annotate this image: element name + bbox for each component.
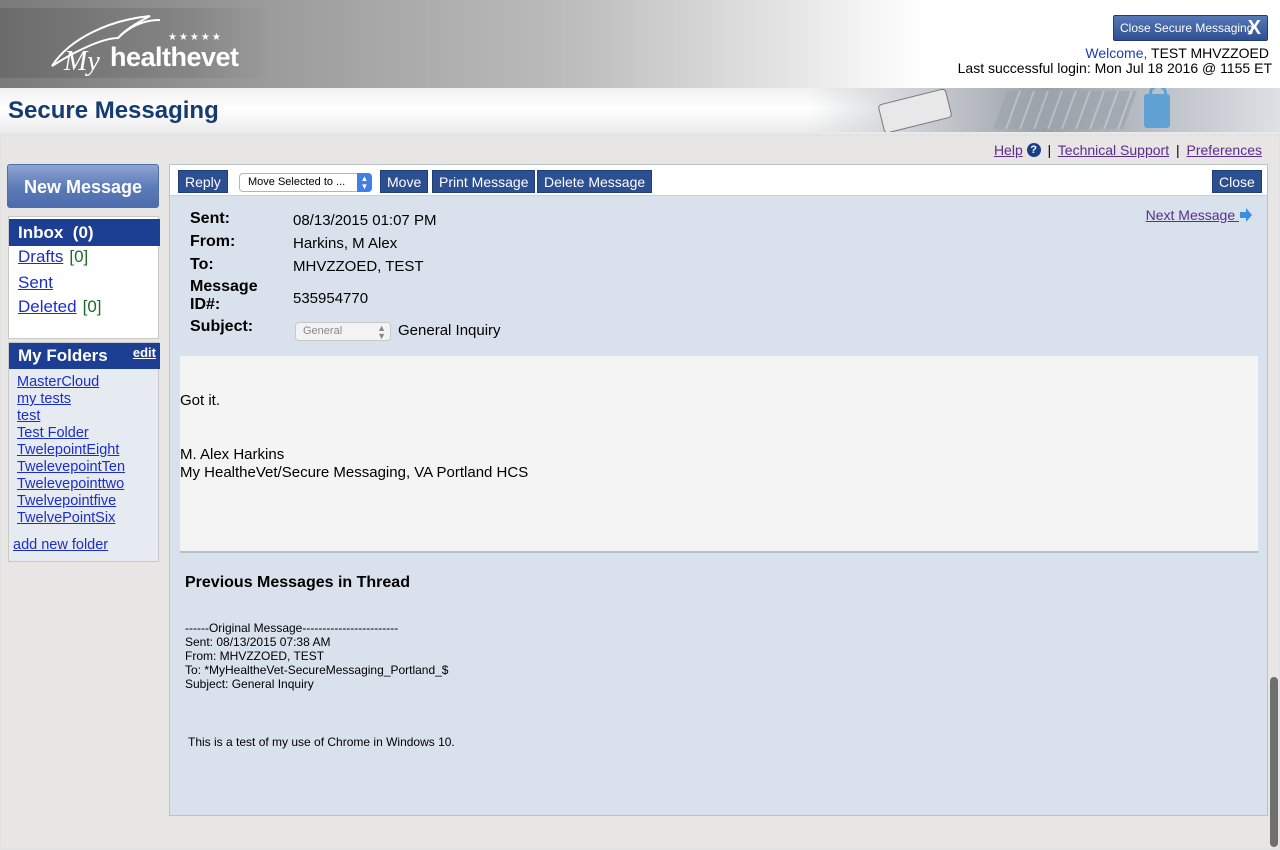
folder-link[interactable]: TwelevepointTen	[17, 459, 125, 476]
subject-label: Subject:	[190, 318, 254, 335]
sidebar-item-inbox[interactable]: Inbox (0)	[9, 219, 160, 246]
next-message-link[interactable]: Next Message	[1146, 207, 1253, 223]
select-arrows-icon: ▲ ▼	[357, 173, 372, 192]
thread-line: Subject: General Inquiry	[185, 677, 314, 691]
folder-link[interactable]: Test Folder	[17, 425, 125, 442]
sent-link[interactable]: Sent	[18, 273, 53, 292]
previous-messages-heading: Previous Messages in Thread	[185, 574, 410, 591]
folder-link[interactable]: Twelevepointtwo	[17, 476, 125, 493]
my-folders-edit-link[interactable]: edit	[133, 345, 156, 361]
message-id-label: Message ID#:	[190, 278, 258, 314]
move-button[interactable]: Move	[380, 170, 429, 193]
top-header: My healthevet ★★★★★ Close Secure Messagi…	[0, 0, 1280, 88]
sent-label: Sent:	[190, 210, 230, 227]
help-question-icon[interactable]: ?	[1026, 143, 1041, 157]
thread-line: Sent: 08/13/2015 07:38 AM	[185, 635, 331, 649]
separator: |	[1175, 142, 1180, 158]
help-link[interactable]: Help	[994, 142, 1023, 158]
close-secure-messaging-button[interactable]: Close Secure Messaging X	[1113, 15, 1268, 41]
reply-button[interactable]: Reply	[178, 170, 228, 193]
page-title: Secure Messaging	[8, 97, 219, 124]
banner-image	[810, 88, 1280, 132]
content-area: Help ? | Technical Support | Preferences…	[0, 134, 1280, 850]
preferences-link[interactable]: Preferences	[1187, 142, 1262, 158]
sent-value: 08/13/2015 01:07 PM	[293, 212, 437, 229]
folder-link[interactable]: Twelvepointfive	[17, 493, 125, 510]
lock-icon	[1144, 88, 1170, 128]
message-toolbar: Reply Move Selected to ... ▲ ▼ Move Print…	[170, 165, 1267, 196]
subject-category-value: General	[303, 325, 343, 337]
message-panel: Reply Move Selected to ... ▲ ▼ Move Print…	[169, 164, 1268, 816]
welcome-label: Welcome,	[1085, 45, 1148, 61]
my-folders-title: My Folders	[18, 346, 108, 365]
folder-link[interactable]: test	[17, 408, 125, 425]
last-login-text: Last successful login: Mon Jul 18 2016 @…	[957, 60, 1272, 76]
technical-support-link[interactable]: Technical Support	[1058, 142, 1169, 158]
connect-key-image	[877, 88, 953, 132]
body-line: Got it.	[180, 392, 221, 409]
content-inner: Help ? | Technical Support | Preferences…	[1, 136, 1279, 848]
help-links: Help ? | Technical Support | Preferences	[994, 142, 1262, 158]
thread-line: From: MHVZZOED, TEST	[185, 649, 325, 663]
to-label: To:	[190, 256, 214, 273]
thread-body: This is a test of my use of Chrome in Wi…	[188, 735, 455, 749]
subject-value: General Inquiry	[398, 322, 501, 339]
welcome-user: TEST MHVZZOED	[1151, 45, 1269, 61]
to-value: MHVZZOED, TEST	[293, 258, 424, 275]
from-label: From:	[190, 233, 236, 250]
sidebar-item-sent: Sent	[18, 273, 59, 293]
deleted-count: [0]	[82, 297, 102, 316]
my-folders-header: My Folders edit	[9, 343, 160, 369]
drafts-count: [0]	[69, 247, 89, 266]
logo-my-text: My	[64, 46, 100, 77]
drafts-link[interactable]: Drafts	[18, 247, 63, 266]
logo-stars: ★★★★★	[168, 32, 223, 43]
new-message-button[interactable]: New Message	[7, 164, 159, 208]
keyboard-image	[993, 91, 1137, 129]
delete-message-button[interactable]: Delete Message	[537, 170, 653, 193]
folder-link[interactable]: my tests	[17, 391, 125, 408]
inbox-label: Inbox	[18, 223, 64, 242]
welcome-text: Welcome, TEST MHVZZOED	[1085, 45, 1269, 61]
add-new-folder-link[interactable]: add new folder	[13, 537, 108, 553]
title-bar: Secure Messaging	[0, 88, 1280, 134]
print-message-button[interactable]: Print Message	[432, 170, 536, 193]
folder-link[interactable]: TwelvePointSix	[17, 510, 125, 527]
inbox-count: (0)	[72, 223, 94, 242]
thread-line: ------Original Message------------------…	[185, 621, 399, 635]
arrow-right-icon	[1240, 208, 1252, 222]
scrollbar[interactable]	[1270, 677, 1278, 847]
logo-brand-text: healthevet	[110, 42, 239, 72]
select-arrows-icon: ▲ ▼	[377, 323, 386, 341]
close-icon: X	[1247, 17, 1261, 39]
my-folders-panel: My Folders edit MasterCloud my tests tes…	[8, 342, 160, 562]
folder-link[interactable]: TwelepointEight	[17, 442, 125, 459]
subject-category-select: General ▲ ▼	[295, 322, 391, 341]
folder-link[interactable]: MasterCloud	[17, 374, 125, 391]
myhealthevet-logo[interactable]: My healthevet ★★★★★	[0, 8, 268, 78]
sidebar-item-deleted: Deleted [0]	[18, 297, 102, 317]
separator: |	[1047, 142, 1052, 158]
deleted-link[interactable]: Deleted	[18, 297, 77, 316]
message-id-value: 535954770	[293, 290, 369, 307]
sidebar-item-drafts: Drafts [0]	[18, 247, 88, 267]
message-id-label-line1: Message	[190, 278, 258, 295]
close-secure-messaging-label: Close Secure Messaging	[1120, 21, 1254, 35]
my-folders-list: MasterCloud my tests test Test Folder Tw…	[17, 374, 125, 527]
message-id-label-line2: ID#:	[190, 296, 221, 313]
from-value: Harkins, M Alex	[293, 235, 398, 252]
message-body: Got it. M. Alex Harkins My HealtheVet/Se…	[180, 356, 1258, 553]
move-select-value: Move Selected to ...	[248, 176, 346, 188]
body-line: My HealtheVet/Secure Messaging, VA Portl…	[180, 464, 529, 481]
folders-panel: Inbox (0) Drafts [0] Sent Deleted [0]	[8, 216, 160, 339]
move-to-folder-select[interactable]: Move Selected to ... ▲ ▼	[239, 173, 372, 192]
next-message-label: Next Message	[1145, 207, 1236, 223]
thread-line: To: *MyHealtheVet-SecureMessaging_Portla…	[185, 663, 449, 677]
body-line: M. Alex Harkins	[180, 446, 285, 463]
close-button[interactable]: Close	[1212, 170, 1262, 193]
